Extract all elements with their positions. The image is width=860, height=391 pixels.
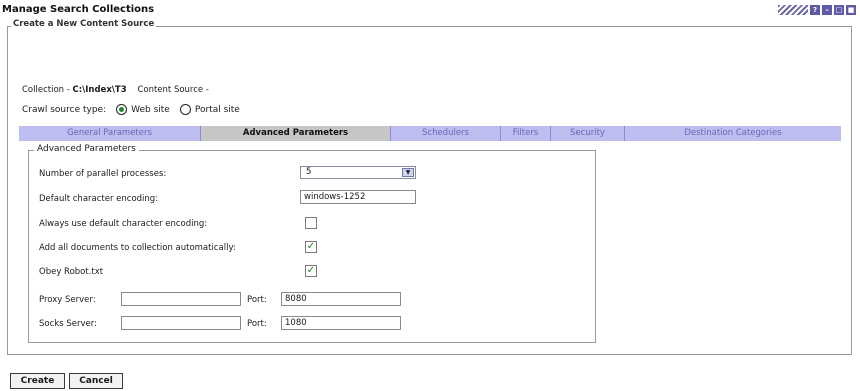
proxy-port-input[interactable]: 8080 [281, 292, 401, 306]
socks-port-label: Port: [247, 319, 267, 329]
tab-filters[interactable]: Filters [501, 126, 551, 141]
window-controls: ? – □ ■ [778, 5, 856, 15]
default-encoding-label: Default character encoding: [39, 194, 159, 204]
radio-portal-site-label[interactable]: Portal site [195, 105, 240, 115]
tab-general-parameters[interactable]: General Parameters [19, 126, 201, 141]
collection-value: C:\Index\T3 [72, 85, 127, 95]
tab-schedulers[interactable]: Schedulers [391, 126, 501, 141]
chevron-down-icon[interactable]: ▼ [402, 168, 414, 177]
proxy-port-label: Port: [247, 295, 267, 305]
radio-portal-site[interactable] [179, 104, 191, 115]
always-default-encoding-label: Always use default character encoding: [39, 219, 208, 229]
obey-robot-label: Obey Robot.txt [39, 267, 104, 277]
decorative-stripe [778, 5, 808, 15]
always-default-encoding-checkbox[interactable] [305, 217, 317, 229]
socks-server-input[interactable] [121, 316, 241, 330]
create-button[interactable]: Create [10, 373, 65, 389]
close-icon[interactable]: ■ [846, 5, 856, 15]
tab-destination-categories[interactable]: Destination Categories [625, 126, 841, 141]
obey-robot-checkbox[interactable]: ✓ [305, 265, 317, 277]
page-title: Manage Search Collections [2, 4, 155, 15]
parallel-processes-select[interactable]: 5 ▼ [300, 166, 416, 179]
crawl-source-label: Crawl source type: [22, 104, 107, 115]
socks-server-label: Socks Server: [39, 319, 97, 329]
tab-security[interactable]: Security [551, 126, 625, 141]
proxy-server-label: Proxy Server: [39, 295, 96, 305]
parallel-processes-value: 5 [306, 167, 312, 177]
advanced-parameters-legend: Advanced Parameters [34, 144, 139, 154]
proxy-server-input[interactable] [121, 292, 241, 306]
default-encoding-input[interactable]: windows-1252 [300, 190, 416, 204]
collection-label: Collection - [22, 85, 70, 95]
minimize-icon[interactable]: – [822, 5, 832, 15]
parallel-processes-label: Number of parallel processes: [39, 169, 167, 179]
radio-web-site-label[interactable]: Web site [131, 105, 170, 115]
add-all-documents-checkbox[interactable]: ✓ [305, 241, 317, 253]
radio-web-site[interactable] [116, 104, 128, 115]
add-all-documents-label: Add all documents to collection automati… [39, 243, 236, 253]
tab-advanced-parameters[interactable]: Advanced Parameters [201, 126, 391, 141]
crawl-source-row: Crawl source type: Web site Portal site [22, 104, 240, 115]
tab-bar: General Parameters Advanced Parameters S… [19, 126, 841, 141]
collection-info: Collection - C:\Index\T3 Content Source … [22, 85, 209, 95]
socks-port-input[interactable]: 1080 [281, 316, 401, 330]
maximize-icon[interactable]: □ [834, 5, 844, 15]
section-legend: Create a New Content Source [11, 19, 157, 29]
content-source-label: Content Source - [137, 85, 209, 95]
cancel-button[interactable]: Cancel [69, 373, 123, 389]
help-icon[interactable]: ? [810, 5, 820, 15]
